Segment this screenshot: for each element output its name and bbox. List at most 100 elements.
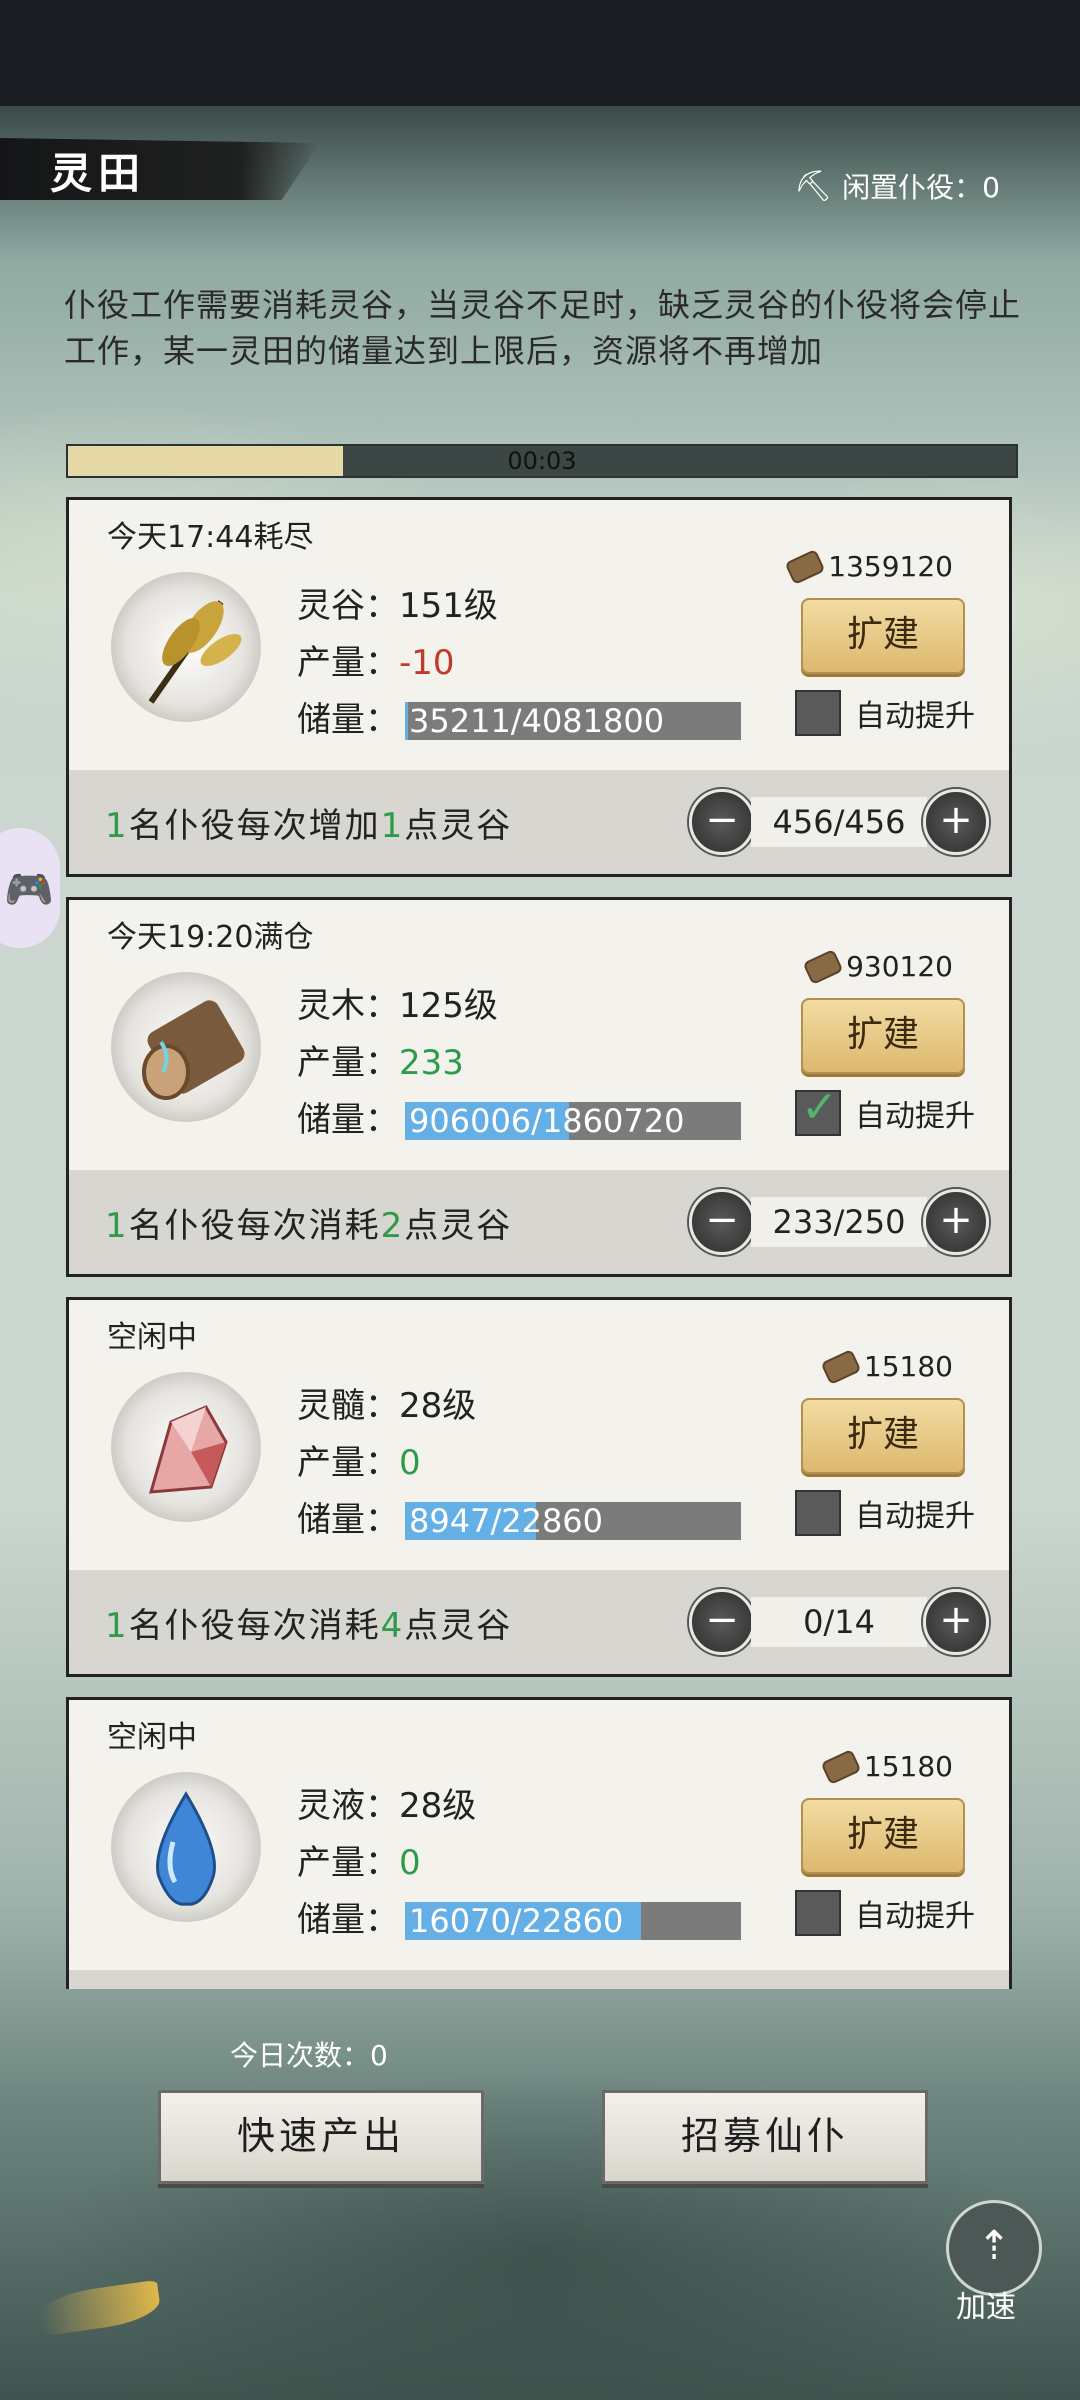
output-label: 产量： (297, 643, 399, 683)
title-banner (0, 138, 320, 200)
timer-text: 00:03 (507, 447, 577, 475)
storage-label: 储量： (297, 700, 399, 740)
field-card-grain: 今天17:44耗尽 灵谷：151级 产量： -10 储量： 35211/40818… (66, 497, 1012, 877)
storage-label: 储量： (297, 1100, 399, 1140)
output-value: 0 (399, 1843, 421, 1883)
storage-text: 8947/22860 (409, 1501, 604, 1540)
field-card-wood: 今天19:20满仓 灵木：125级 产量： 233 储量： 906006/1860… (66, 897, 1012, 1277)
plus-icon[interactable]: + (923, 789, 989, 855)
auto-upgrade-label: 自动提升 (855, 1099, 975, 1134)
storage-text: 906006/1860720 (409, 1101, 685, 1140)
field-output-row: 产量： 0 (297, 1435, 741, 1492)
worker-rate-text: 1名仆役每次消耗4点灵谷 (105, 1598, 512, 1647)
worker-rate-label: 名仆役每次消耗 (128, 1206, 381, 1246)
field-name-level: 灵液：28级 (297, 1786, 477, 1826)
field-storage-row: 储量： 8947/22860 (297, 1492, 741, 1549)
output-label: 产量： (297, 1443, 399, 1483)
minus-icon[interactable]: − (689, 1589, 755, 1655)
field-storage-row: 储量： 16070/22860 (297, 1892, 741, 1949)
floating-gamepad-button[interactable]: 🎮 (0, 828, 60, 948)
worker-rate-text: 1名仆役每次增加1点灵谷 (105, 798, 512, 847)
field-storage-row: 储量： 35211/4081800 (297, 692, 741, 749)
production-timer: 00:03 (66, 444, 1018, 478)
auto-upgrade-checkbox[interactable]: ✓ (795, 1082, 841, 1136)
upgrade-cost: 1359120 (784, 548, 953, 585)
auto-upgrade-checkbox[interactable] (795, 1890, 841, 1936)
wood-cost-icon (784, 548, 826, 585)
worker-count: 1 (105, 1206, 129, 1246)
output-value: 233 (399, 1043, 464, 1083)
field-output-row: 产量： 233 (297, 1035, 741, 1092)
worker-rate-unit: 点灵谷 (404, 806, 513, 846)
output-label: 产量： (297, 1843, 399, 1883)
auto-upgrade-toggle[interactable]: ✓ 自动提升 (795, 1082, 975, 1136)
field-icon-frame (111, 572, 261, 722)
storage-bar: 35211/4081800 (405, 701, 741, 740)
auto-upgrade-checkbox[interactable] (795, 690, 841, 736)
field-card-liquid: 空闲中 灵液：28级 产量： 0 储量： 16070/22860 15180 扩建… (66, 1697, 1012, 1989)
storage-bar: 8947/22860 (405, 1501, 741, 1540)
recruit-servant-button[interactable]: 招募仙仆 (602, 2090, 928, 2184)
expand-button[interactable]: 扩建 (801, 1398, 965, 1474)
field-list[interactable]: 今天17:44耗尽 灵谷：151级 产量： -10 储量： 35211/40818… (66, 497, 1012, 1989)
auto-upgrade-label: 自动提升 (855, 1499, 975, 1534)
field-info: 灵木：125级 产量： 233 储量： 906006/1860720 (297, 978, 741, 1149)
idle-workers: ⛏ 闲置仆役：0 (794, 166, 1000, 206)
worker-rate-label: 名仆役每次消耗 (128, 1606, 381, 1646)
expand-button[interactable]: 扩建 (801, 598, 965, 674)
worker-stepper: − 456/456 + (689, 789, 989, 855)
field-name-level: 灵谷：151级 (297, 586, 498, 626)
auto-upgrade-toggle[interactable]: 自动提升 (795, 1490, 975, 1536)
top-status-bar (0, 0, 1080, 106)
auto-upgrade-toggle[interactable]: 自动提升 (795, 1890, 975, 1936)
storage-label: 储量： (297, 1900, 399, 1940)
water-drop-icon (156, 1791, 216, 1906)
storage-label: 储量： (297, 1500, 399, 1540)
storage-text: 35211/4081800 (409, 701, 665, 740)
storage-bar: 906006/1860720 (405, 1101, 741, 1140)
fast-output-button[interactable]: 快速产出 (158, 2090, 484, 2184)
worker-rate-unit: 点灵谷 (404, 1206, 513, 1246)
description-text: 仆役工作需要消耗灵谷，当灵谷不足时，缺乏灵谷的仆役将会停止工作，某一灵田的储量达… (64, 286, 1022, 370)
worker-assignment-row: 1名仆役每次增加1点灵谷 − 456/456 + (69, 770, 1009, 874)
worker-assignment-row: 1名仆役每次消耗2点灵谷 − 233/250 + (69, 1170, 1009, 1274)
storage-bar-fill (405, 701, 408, 740)
plus-icon[interactable]: + (923, 1589, 989, 1655)
expand-button[interactable]: 扩建 (801, 1798, 965, 1874)
wood-cost-icon (820, 1748, 862, 1785)
minus-icon[interactable]: − (689, 789, 755, 855)
plus-icon[interactable]: + (923, 1189, 989, 1255)
field-output-row: 产量： -10 (297, 635, 741, 692)
output-label: 产量： (297, 1043, 399, 1083)
idle-workers-label: 闲置仆役：0 (842, 171, 1000, 204)
worker-count: 1 (105, 806, 129, 846)
auto-upgrade-checkbox[interactable] (795, 1490, 841, 1536)
worker-stepper: − 0/14 + (689, 1589, 989, 1655)
worker-rate-amount: 2 (380, 1206, 405, 1246)
field-info: 灵谷：151级 产量： -10 储量： 35211/4081800 (297, 578, 741, 749)
auto-upgrade-toggle[interactable]: 自动提升 (795, 690, 975, 736)
wood-log-icon (142, 1000, 245, 1100)
expand-button[interactable]: 扩建 (801, 998, 965, 1074)
field-name-level: 灵髓：28级 (297, 1386, 477, 1426)
auto-upgrade-label: 自动提升 (855, 699, 975, 734)
wood-cost-icon (802, 948, 844, 985)
output-value: -10 (399, 643, 455, 683)
worker-stepper-value: 233/250 (751, 1197, 927, 1247)
storage-text: 16070/22860 (409, 1901, 624, 1940)
worker-rate-label: 名仆役每次增加 (128, 806, 381, 846)
upgrade-cost: 930120 (802, 948, 953, 985)
checkmark-icon: ✓ (801, 1082, 838, 1133)
speed-up-label: 加速 (956, 2290, 1016, 2325)
upgrade-cost: 15180 (820, 1348, 953, 1385)
upgrade-cost-value: 1359120 (828, 550, 953, 583)
minus-icon[interactable]: − (689, 1189, 755, 1255)
field-status: 今天17:44耗尽 (107, 520, 314, 555)
worker-assignment-row: 1名仆役每次消耗4点灵谷 − 0/14 + (69, 1570, 1009, 1674)
upgrade-cost: 15180 (820, 1748, 953, 1785)
field-output-row: 产量： 0 (297, 1835, 741, 1892)
upgrade-cost-value: 15180 (863, 1350, 953, 1383)
field-icon-frame (111, 972, 261, 1122)
worker-rate-amount: 4 (380, 1606, 405, 1646)
field-info: 灵髓：28级 产量： 0 储量： 8947/22860 (297, 1378, 741, 1549)
